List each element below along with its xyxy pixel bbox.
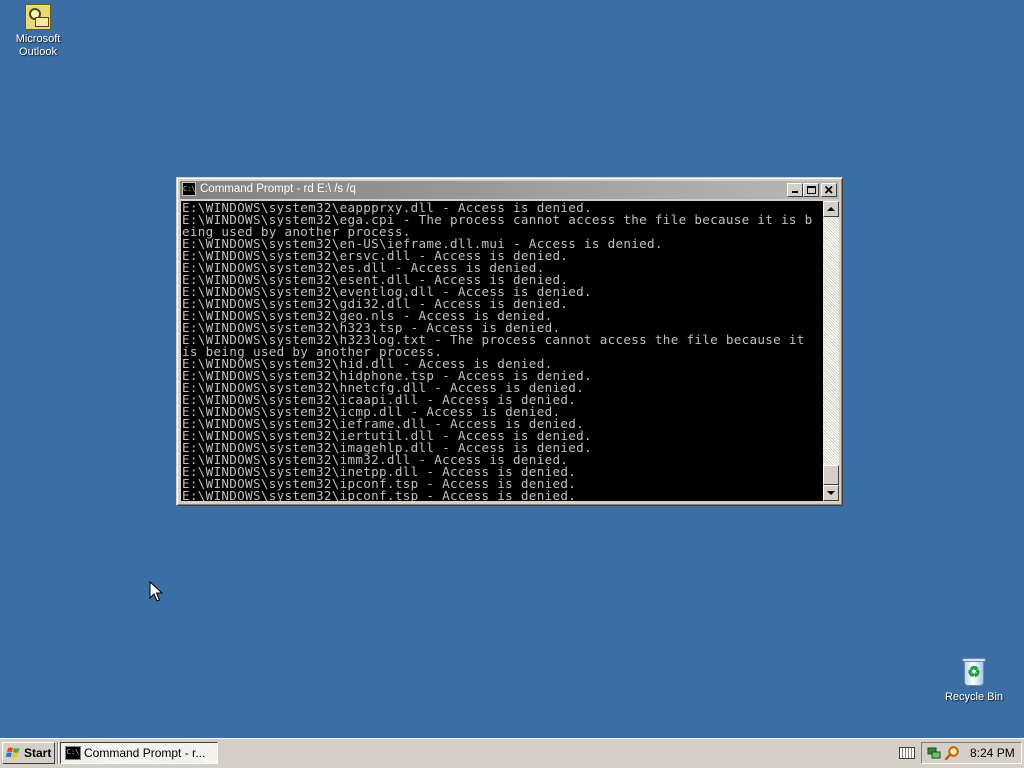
keyboard-icon[interactable] <box>899 747 915 759</box>
windows-logo-icon <box>6 747 20 758</box>
arrow-down-icon <box>827 491 835 495</box>
taskbar-item-label: Command Prompt - r... <box>84 746 206 760</box>
scrollbar-thumb[interactable] <box>823 465 839 485</box>
system-tray: 8:24 PM <box>921 742 1022 764</box>
window-title: Command Prompt - rd E:\ /s /q <box>200 183 356 195</box>
desktop-icon-recycle-bin[interactable]: ♻ Recycle Bin <box>936 656 1012 704</box>
close-button[interactable] <box>821 183 837 197</box>
desktop-icon-microsoft-outlook[interactable]: Microsoft Outlook <box>0 4 76 59</box>
scroll-down-button[interactable] <box>823 485 839 501</box>
desktop-icon-label: Recycle Bin <box>944 691 1004 703</box>
network-icon[interactable] <box>927 746 941 760</box>
minimize-icon <box>792 191 798 193</box>
desktop-icon-label: Microsoft Outlook <box>15 33 61 58</box>
close-icon <box>824 185 833 194</box>
start-label: Start <box>24 746 52 760</box>
command-prompt-icon: C:\ <box>65 746 81 760</box>
search-icon[interactable] <box>944 745 960 761</box>
console-output[interactable]: E:\WINDOWS\system32\eappprxy.dll - Acces… <box>181 201 823 501</box>
console-line: E:\WINDOWS\system32\ipconf.tsp - Access … <box>182 488 577 501</box>
window-titlebar[interactable]: C:\ Command Prompt - rd E:\ /s /q <box>180 181 839 199</box>
vertical-scrollbar[interactable] <box>823 201 839 501</box>
recycle-bin-icon: ♻ <box>958 656 990 688</box>
command-prompt-window[interactable]: C:\ Command Prompt - rd E:\ /s /q E:\WIN… <box>176 177 843 506</box>
maximize-button[interactable] <box>803 183 819 197</box>
command-prompt-icon[interactable]: C:\ <box>182 182 196 196</box>
arrow-up-icon <box>827 207 835 211</box>
taskbar-item-command-prompt[interactable]: C:\ Command Prompt - r... <box>60 742 218 764</box>
scroll-up-button[interactable] <box>823 201 839 217</box>
outlook-icon <box>25 4 51 30</box>
maximize-icon <box>807 186 816 194</box>
clock[interactable]: 8:24 PM <box>970 746 1015 760</box>
minimize-button[interactable] <box>787 183 803 197</box>
start-button[interactable]: Start <box>2 742 55 764</box>
taskbar: Start C:\ Command Prompt - r... 8:24 PM <box>0 738 1024 768</box>
taskbar-separator <box>57 742 59 764</box>
mouse-cursor-icon <box>149 581 163 602</box>
